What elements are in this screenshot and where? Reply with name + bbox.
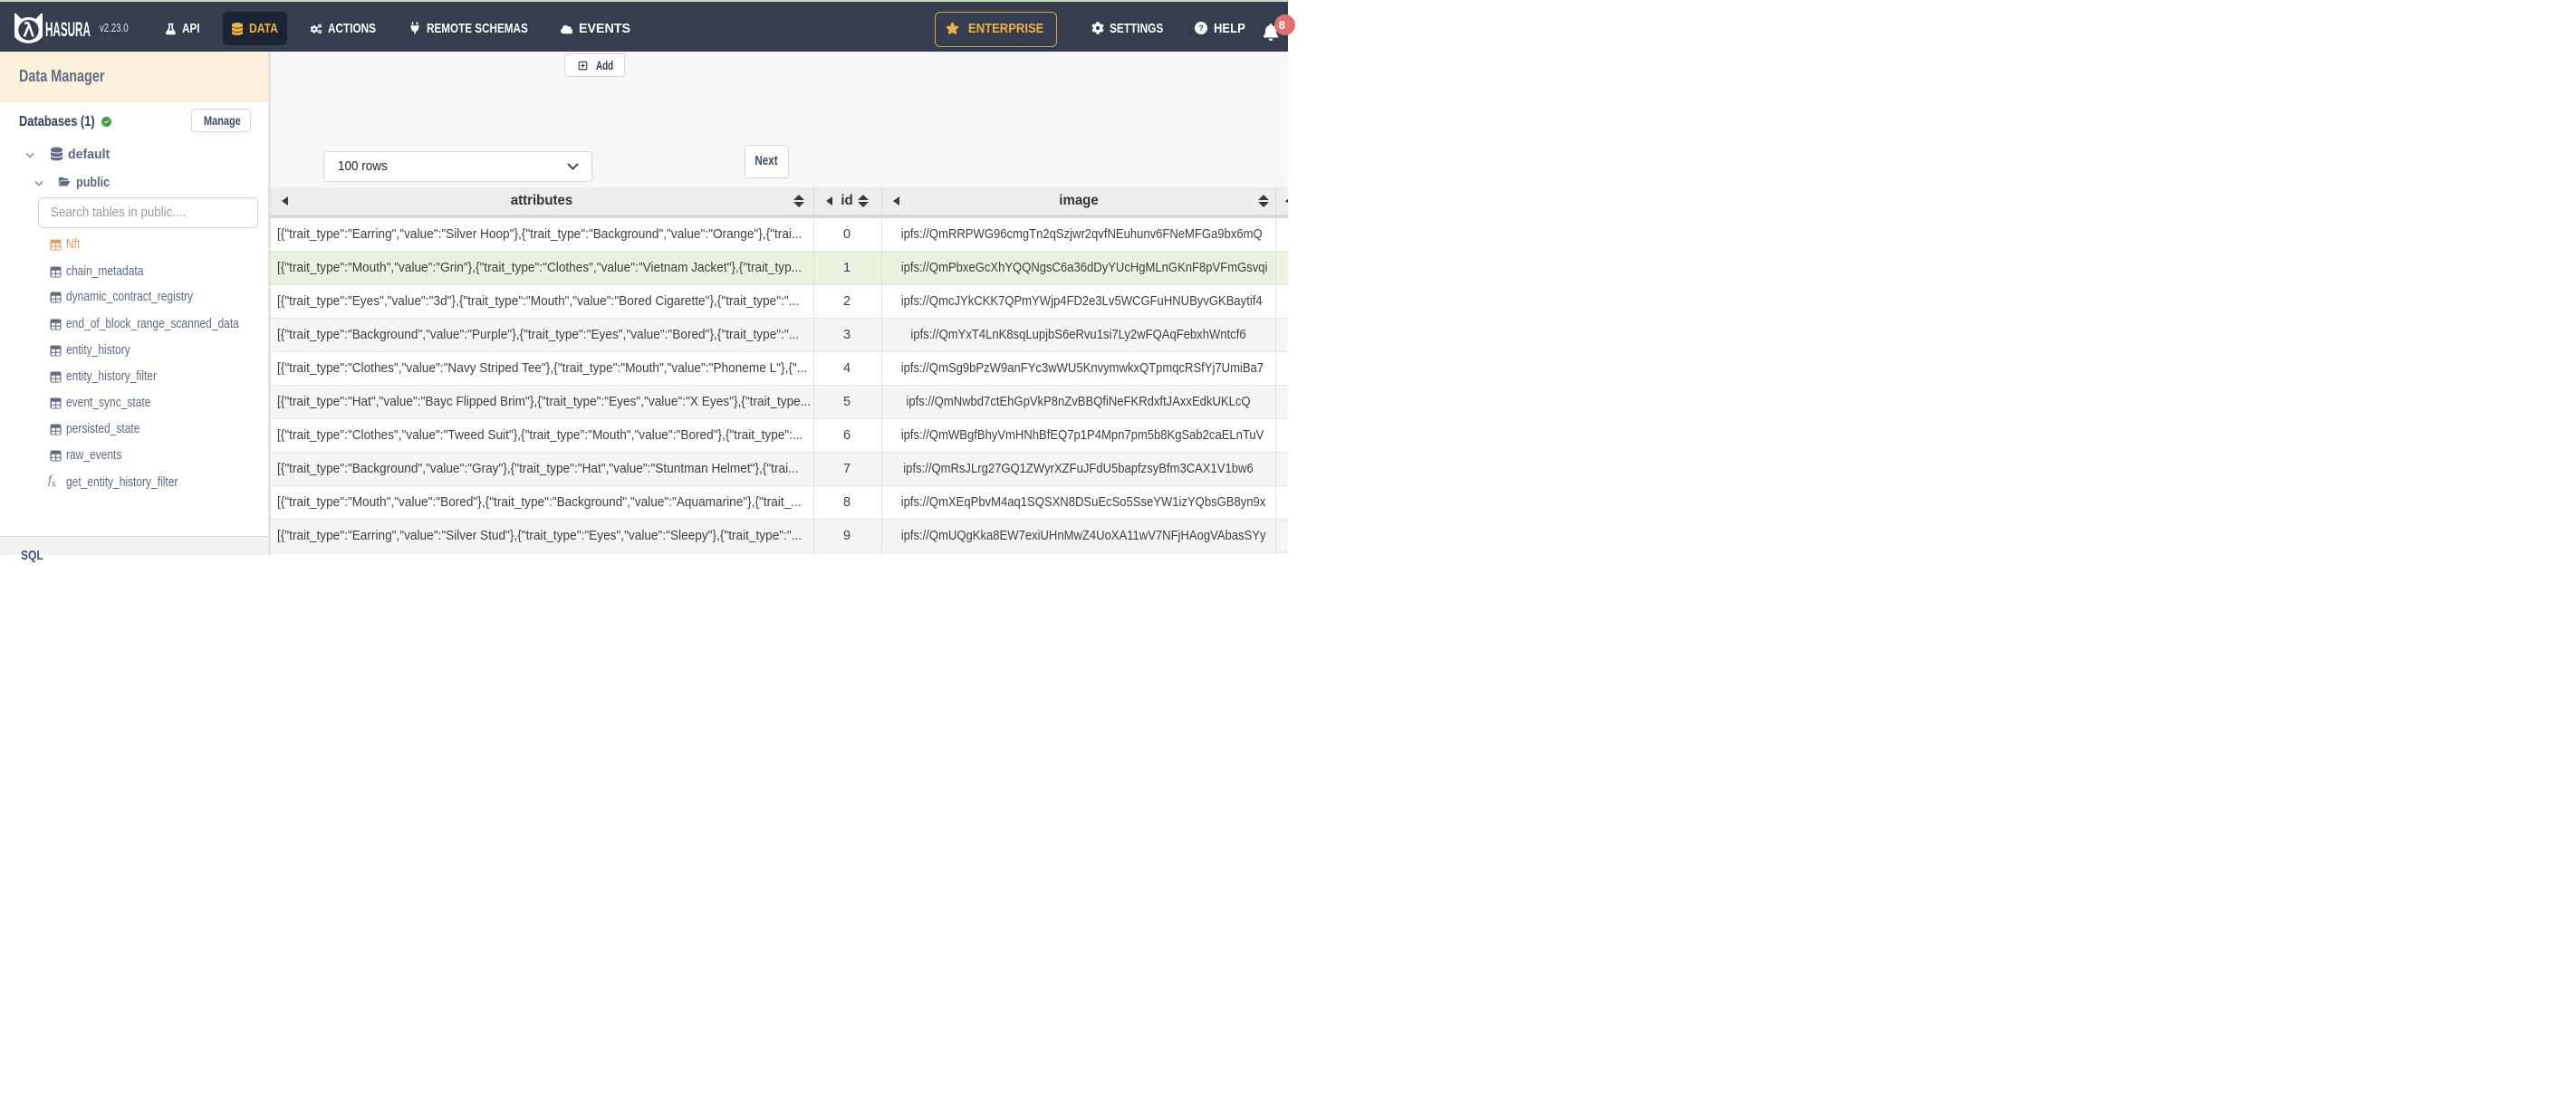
svg-text:?: ? xyxy=(1198,23,1204,32)
